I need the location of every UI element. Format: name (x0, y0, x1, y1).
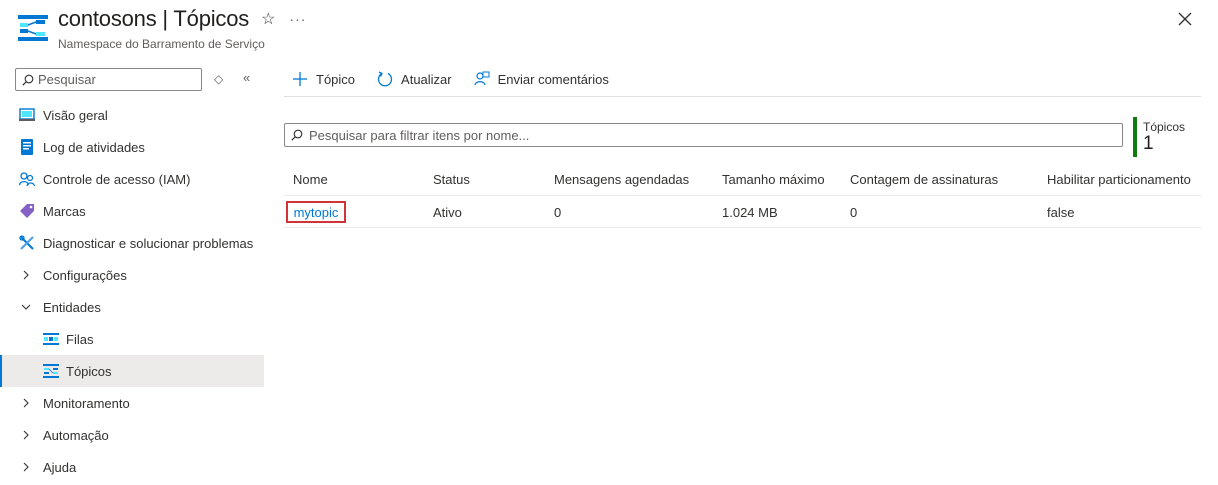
queue-icon (43, 331, 59, 347)
page-title: contosons | Tópicos (58, 6, 250, 31)
filter-input[interactable] (309, 127, 1109, 143)
column-header-partitioning[interactable]: Habilitar particionamento (1047, 163, 1191, 196)
sidebar-item-label: Configurações (43, 267, 127, 283)
sidebar-item-label: Controle de acesso (IAM) (43, 171, 191, 187)
collapse-menu-icon[interactable]: « (243, 70, 250, 85)
topic-link-highlight: mytopic (286, 201, 346, 223)
topics-count-label: Tópicos (1143, 120, 1186, 134)
sidebar-item-label: Marcas (43, 203, 86, 219)
sidebar-group-help[interactable]: Ajuda (0, 451, 264, 483)
add-topic-label: Tópico (316, 71, 356, 87)
topics-count-value: 1 (1143, 133, 1154, 154)
sidebar-item-label: Log de atividades (43, 139, 145, 155)
topics-count-tile: Tópicos 1 (1133, 117, 1201, 157)
wrench-icon (19, 235, 35, 251)
menu-search-input[interactable] (38, 72, 188, 87)
resource-menu: ◇ « Visão geral Log de atividades Contro… (0, 62, 264, 485)
column-header-subscription-count[interactable]: Contagem de assinaturas (850, 163, 998, 196)
sidebar-item-iam[interactable]: Controle de acesso (IAM) (0, 163, 264, 195)
sidebar-item-label: Automação (43, 427, 109, 443)
table-header-row: Nome Status Mensagens agendadas Tamanho … (284, 163, 1201, 196)
sidebar-item-overview[interactable]: Visão geral (0, 99, 264, 131)
filter-box[interactable] (284, 123, 1123, 147)
sidebar-item-diagnose[interactable]: Diagnosticar e solucionar problemas (0, 227, 264, 259)
menu-nav: Visão geral Log de atividades Controle d… (0, 99, 264, 483)
column-header-scheduled-messages[interactable]: Mensagens agendadas (554, 163, 689, 196)
sort-icon[interactable]: ◇ (214, 72, 223, 86)
topic-max-size: 1.024 MB (722, 204, 778, 220)
menu-search[interactable] (15, 68, 202, 91)
command-bar: Tópico Atualizar Enviar comentários (284, 62, 1201, 97)
send-feedback-button[interactable]: Enviar comentários (474, 64, 609, 94)
chevron-right-icon (23, 430, 29, 440)
chevron-right-icon (23, 398, 29, 408)
page-header: contosons | Tópicos ☆ ··· Namespace do B… (0, 0, 1218, 60)
topic-subscription-count: 0 (850, 204, 858, 220)
overview-icon (19, 107, 35, 123)
chevron-right-icon (23, 270, 29, 280)
sidebar-item-topics[interactable]: Tópicos (0, 355, 264, 387)
topic-name-link[interactable]: mytopic (294, 205, 339, 220)
topic-scheduled-messages: 0 (554, 204, 562, 220)
sidebar-item-label: Monitoramento (43, 395, 130, 411)
page-subtitle: Namespace do Barramento de Serviço (58, 37, 265, 51)
column-header-status[interactable]: Status (433, 163, 470, 196)
column-header-name[interactable]: Nome (293, 163, 328, 196)
sidebar-group-automation[interactable]: Automação (0, 419, 264, 451)
more-options-button[interactable]: ··· (289, 11, 306, 27)
favorite-star-icon[interactable]: ☆ (261, 9, 275, 29)
add-topic-button[interactable]: Tópico (292, 64, 355, 94)
service-bus-topic-icon (18, 15, 48, 41)
refresh-button[interactable]: Atualizar (377, 64, 452, 94)
activity-log-icon (19, 139, 35, 155)
sidebar-item-label: Filas (66, 331, 94, 347)
close-icon[interactable] (1176, 10, 1194, 28)
sidebar-item-label: Visão geral (43, 107, 108, 123)
refresh-icon (377, 71, 393, 87)
search-icon (22, 74, 34, 86)
chevron-right-icon (23, 462, 29, 472)
sidebar-item-label: Tópicos (66, 363, 112, 379)
topic-partitioning: false (1047, 204, 1075, 220)
refresh-label: Atualizar (401, 71, 452, 87)
sidebar-group-entities[interactable]: Entidades (0, 291, 264, 323)
sidebar-item-queues[interactable]: Filas (0, 323, 264, 355)
tag-icon (19, 203, 35, 219)
sidebar-item-activity-log[interactable]: Log de atividades (0, 131, 264, 163)
topic-status: Ativo (433, 204, 462, 220)
feedback-icon (474, 71, 490, 86)
column-header-max-size[interactable]: Tamanho máximo (722, 163, 825, 196)
plus-icon (293, 72, 307, 86)
send-feedback-label: Enviar comentários (497, 71, 609, 87)
sidebar-item-label: Diagnosticar e solucionar problemas (43, 235, 254, 251)
topic-icon (43, 363, 59, 379)
chevron-down-icon (21, 304, 31, 310)
search-icon (291, 129, 303, 141)
sidebar-item-label: Entidades (43, 299, 101, 315)
topics-table: Nome Status Mensagens agendadas Tamanho … (284, 163, 1201, 228)
sidebar-item-tags[interactable]: Marcas (0, 195, 264, 227)
iam-icon (19, 171, 35, 187)
sidebar-group-settings[interactable]: Configurações (0, 259, 264, 291)
sidebar-item-label: Ajuda (43, 459, 77, 475)
sidebar-group-monitoring[interactable]: Monitoramento (0, 387, 264, 419)
table-row: mytopic Ativo 0 1.024 MB 0 false (284, 196, 1201, 228)
